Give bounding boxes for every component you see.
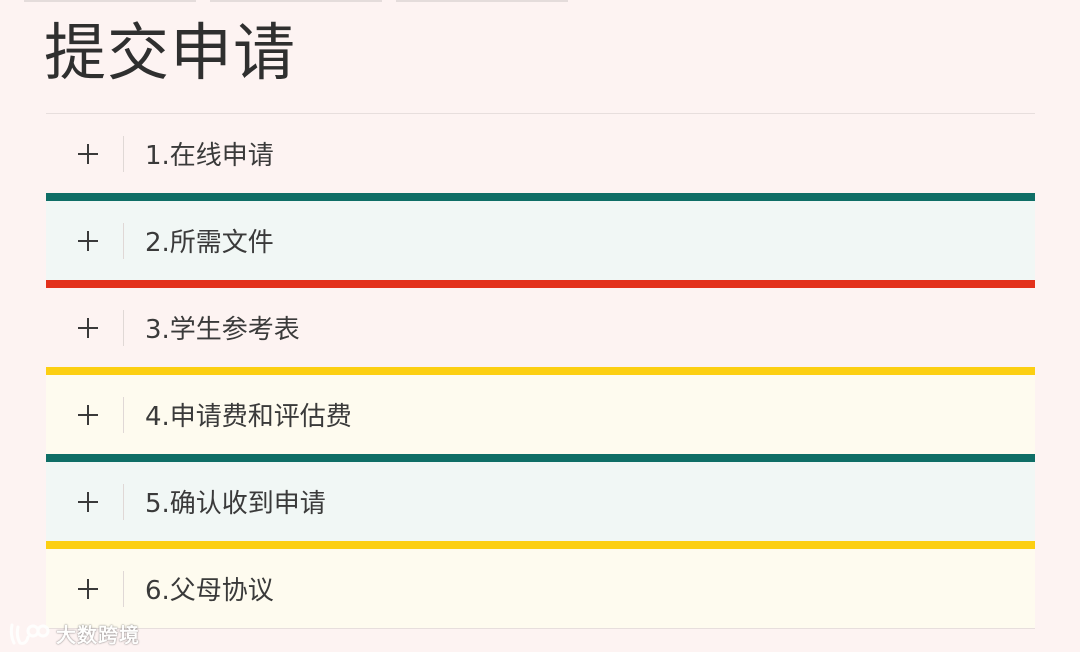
plus-icon xyxy=(77,491,98,512)
expand-toggle[interactable] xyxy=(46,135,124,172)
accordion-color-separator xyxy=(46,193,1035,201)
accordion-item[interactable]: 5.确认收到申请 xyxy=(46,462,1035,541)
expand-toggle[interactable] xyxy=(46,309,124,346)
watermark-text: 大数跨境 xyxy=(56,623,140,647)
accordion-item-label: 4.申请费和评估费 xyxy=(145,402,352,432)
expand-toggle[interactable] xyxy=(46,396,124,433)
accordion-item[interactable]: 1.在线申请 xyxy=(46,114,1035,193)
application-steps-accordion: 1.在线申请 2.所需文件 3.学生参考表 4.申请费和评估费 5.确认收到申请 6.父母… xyxy=(46,114,1035,629)
accordion-item-label: 6.父母协议 xyxy=(145,576,274,606)
expand-toggle[interactable] xyxy=(46,222,124,259)
accordion-item-label: 2.所需文件 xyxy=(145,228,274,258)
accordion-item[interactable]: 6.父母协议 xyxy=(46,549,1035,629)
accordion-item-label: 1.在线申请 xyxy=(145,141,274,171)
plus-icon xyxy=(77,578,98,599)
plus-icon xyxy=(77,404,98,425)
top-tab-strip xyxy=(24,0,568,3)
expand-toggle[interactable] xyxy=(46,483,124,520)
accordion-item-label: 5.确认收到申请 xyxy=(145,489,326,519)
top-tab[interactable] xyxy=(210,0,382,2)
accordion-item[interactable]: 2.所需文件 xyxy=(46,201,1035,280)
accordion-color-separator xyxy=(46,280,1035,288)
accordion-item-label: 3.学生参考表 xyxy=(145,315,300,345)
accordion-color-separator xyxy=(46,541,1035,549)
top-tab[interactable] xyxy=(24,0,196,2)
brand-logo-icon xyxy=(9,623,50,645)
accordion-color-separator xyxy=(46,367,1035,375)
plus-icon xyxy=(77,143,98,164)
accordion-bottom-border xyxy=(46,628,1035,629)
accordion-item[interactable]: 3.学生参考表 xyxy=(46,288,1035,367)
expand-toggle[interactable] xyxy=(46,570,124,607)
accordion-item[interactable]: 4.申请费和评估费 xyxy=(46,375,1035,454)
accordion-color-separator xyxy=(46,454,1035,462)
plus-icon xyxy=(77,317,98,338)
page-title: 提交申请 xyxy=(44,16,297,89)
plus-icon xyxy=(77,230,98,251)
top-tab[interactable] xyxy=(396,0,568,2)
watermark: 大数跨境 xyxy=(8,619,140,648)
